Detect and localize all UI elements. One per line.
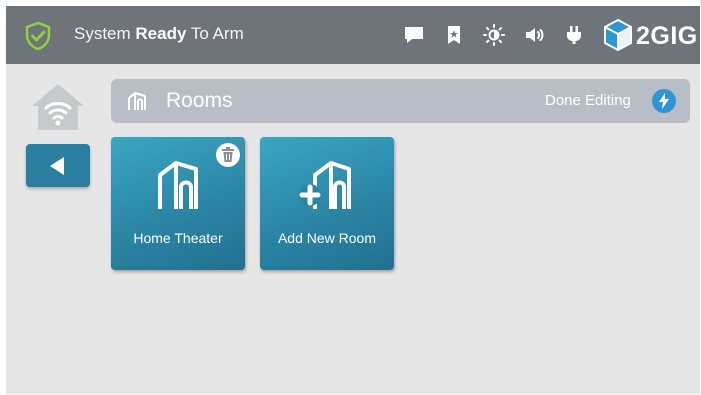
room-tile-home-theater[interactable]: Home Theater — [111, 137, 245, 270]
wifi-home-icon[interactable] — [30, 82, 86, 132]
status-ready: Ready — [135, 24, 187, 43]
status-prefix: System — [74, 24, 136, 43]
page-title: Rooms — [166, 89, 233, 112]
message-icon[interactable] — [402, 23, 426, 47]
volume-icon[interactable] — [523, 23, 547, 47]
room-label: Home Theater — [133, 230, 223, 246]
done-editing-button[interactable]: Done Editing — [545, 92, 631, 109]
bookmark-icon[interactable] — [442, 23, 466, 47]
back-arrow-icon — [50, 157, 64, 175]
trash-icon — [222, 147, 234, 162]
status-suffix: To Arm — [186, 24, 244, 43]
brand-logo: 2GIG — [602, 16, 697, 54]
shield-check-icon — [25, 21, 51, 51]
lightning-icon[interactable] — [652, 89, 676, 113]
title-bar: Rooms Done Editing — [111, 79, 690, 123]
status-bar: System Ready To Arm 2GIG — [6, 6, 700, 64]
add-room-icon — [299, 161, 351, 209]
room-label: Add New Room — [277, 230, 377, 246]
add-new-room-tile[interactable]: Add New Room — [260, 137, 394, 270]
brand-name: 2GIG — [636, 22, 698, 50]
brightness-icon[interactable] — [482, 23, 506, 47]
delete-room-button[interactable] — [216, 143, 240, 167]
cube-logo-icon — [604, 18, 632, 52]
room-icon — [128, 92, 146, 110]
screen: System Ready To Arm 2GIG Rooms Done Edit… — [6, 6, 700, 394]
plug-icon[interactable] — [562, 23, 586, 47]
system-status[interactable]: System Ready To Arm — [74, 24, 244, 44]
back-button[interactable] — [26, 144, 90, 187]
room-icon — [158, 161, 198, 209]
